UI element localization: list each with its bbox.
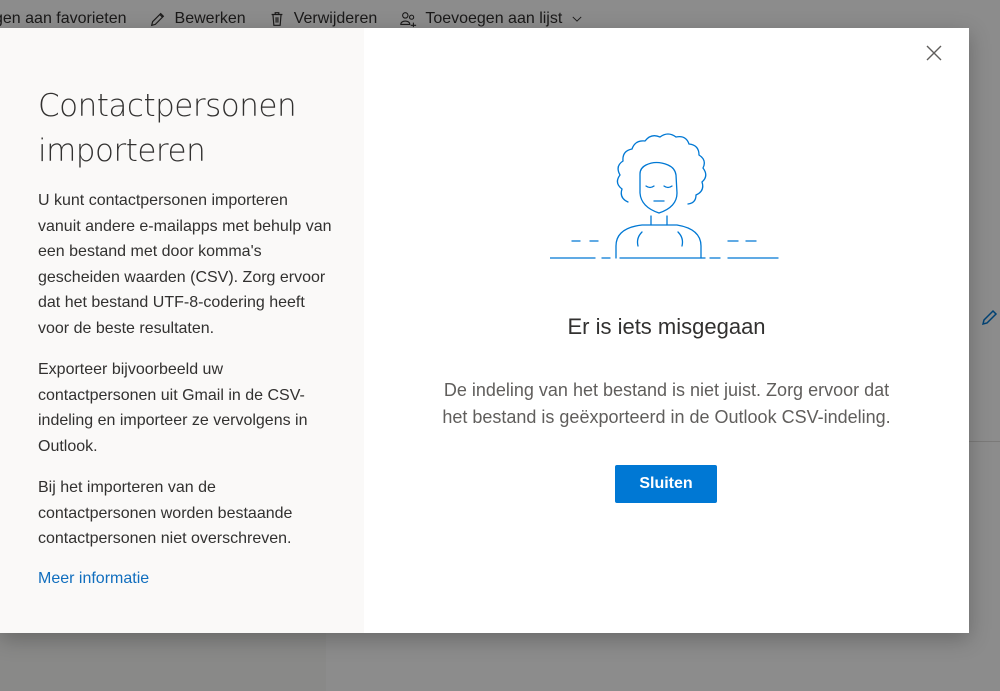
- import-contacts-dialog: Contactpersonen importeren U kunt contact…: [0, 28, 969, 633]
- dialog-error-panel: Er is iets misgegaan De indeling van het…: [364, 28, 969, 633]
- error-message-line: het bestand is geëxporteerd in de Outloo…: [442, 407, 891, 427]
- error-message-line: De indeling van het bestand is niet juis…: [443, 380, 890, 400]
- dialog-title-line: Contactpersonen: [38, 88, 297, 124]
- more-info-link[interactable]: Meer informatie: [38, 570, 149, 588]
- person-illustration: [550, 133, 779, 259]
- close-button[interactable]: Sluiten: [615, 465, 717, 503]
- info-paragraph: Exporteer bijvoorbeeld uw contactpersone…: [38, 361, 308, 455]
- dialog-info-panel: Contactpersonen importeren U kunt contact…: [0, 28, 364, 633]
- info-paragraph: U kunt contactpersonen importeren vanuit…: [38, 192, 332, 337]
- error-title: Er is iets misgegaan: [567, 314, 766, 339]
- info-paragraph: Bij het importeren van de contactpersone…: [38, 479, 293, 547]
- error-message: De indeling van het bestand is niet juis…: [364, 377, 969, 431]
- close-icon[interactable]: [925, 44, 943, 62]
- dialog-title-line: importeren: [38, 133, 206, 169]
- dialog-title: Contactpersonen importeren: [38, 84, 334, 174]
